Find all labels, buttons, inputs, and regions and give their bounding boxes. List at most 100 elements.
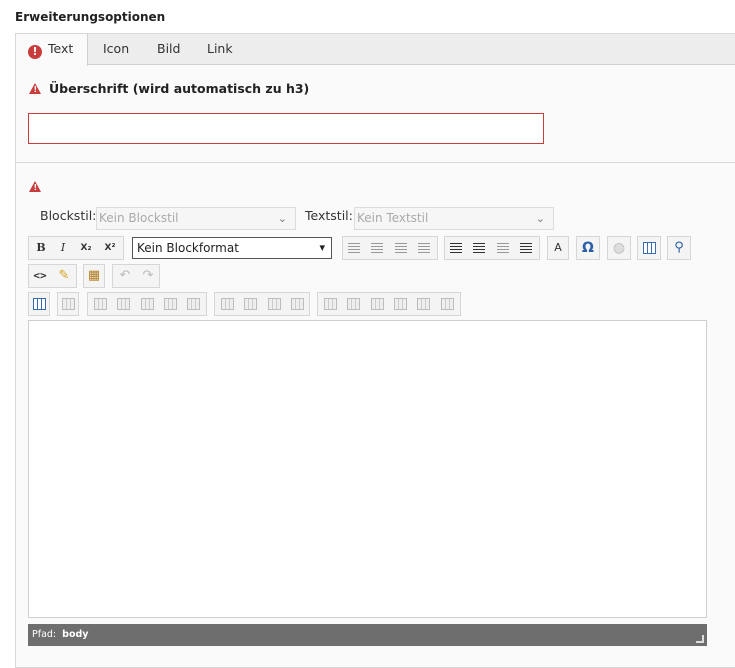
tab-bild[interactable]: Bild: [157, 34, 180, 65]
column-insert-after-button[interactable]: [241, 295, 259, 313]
editor-toolbar-row-3: [28, 292, 478, 316]
blockstil-select[interactable]: Kein Blockstil ⌄: [96, 207, 296, 230]
row-tools-group: [87, 292, 207, 316]
align-center-icon: [371, 243, 383, 253]
tab-text[interactable]: ! Text: [16, 34, 88, 66]
find-group: ⚲: [667, 236, 691, 260]
outdent-button[interactable]: [494, 239, 512, 257]
redo-icon: ↷: [142, 268, 154, 283]
row-delete-icon: [163, 298, 177, 310]
editor-statusbar: Pfad: body: [28, 624, 707, 646]
column-delete-button[interactable]: [265, 295, 283, 313]
chevron-down-icon: ⌄: [277, 212, 287, 225]
row-insert-before-button[interactable]: [114, 295, 132, 313]
cell-icon: [323, 298, 337, 310]
bold-button[interactable]: B: [32, 239, 50, 257]
text-color-button[interactable]: A: [549, 239, 567, 257]
tab-icon[interactable]: Icon: [103, 34, 129, 65]
remove-format-button[interactable]: ✎: [55, 267, 73, 285]
block-format-select[interactable]: Kein Blockformat ▾: [132, 237, 332, 259]
paste-button[interactable]: ▦: [85, 267, 103, 285]
redo-button[interactable]: ↷: [139, 267, 157, 285]
italic-button[interactable]: I: [54, 239, 72, 257]
ordered-list-icon: [450, 243, 462, 253]
unordered-list-icon: [473, 243, 485, 253]
align-left-icon: [348, 243, 360, 253]
indent-button[interactable]: [517, 239, 535, 257]
align-center-button[interactable]: [368, 239, 386, 257]
align-justify-button[interactable]: [415, 239, 433, 257]
textstil-select[interactable]: Kein Textstil ⌄: [354, 207, 554, 230]
cell-split-icon: [440, 298, 454, 310]
heading-field-label: Überschrift (wird automatisch zu h3): [29, 81, 309, 96]
column-split-button[interactable]: [288, 295, 306, 313]
column-delete-icon: [267, 298, 281, 310]
ordered-list-button[interactable]: [447, 239, 465, 257]
cell-delete-button[interactable]: [391, 295, 409, 313]
warning-icon: [29, 181, 41, 192]
column-tools-group: [214, 292, 310, 316]
row-insert-icon: [116, 298, 130, 310]
textstil-label: Textstil:: [305, 208, 353, 223]
tab-link[interactable]: Link: [207, 34, 233, 65]
row-properties-button[interactable]: [91, 295, 109, 313]
row-split-button[interactable]: [184, 295, 202, 313]
superscript-button[interactable]: X²: [101, 239, 119, 257]
undo-button[interactable]: ↶: [116, 267, 134, 285]
cell-insert-icon: [370, 298, 384, 310]
table-props-group: [28, 292, 50, 316]
column-insert-before-button[interactable]: [218, 295, 236, 313]
resize-grip-icon[interactable]: [696, 635, 704, 643]
row-icon: [93, 298, 107, 310]
source-button[interactable]: <>: [31, 267, 49, 285]
align-right-button[interactable]: [392, 239, 410, 257]
column-split-icon: [290, 298, 304, 310]
indent-icon: [520, 243, 532, 253]
tab-bar: ! Text Icon Bild Link: [16, 34, 735, 66]
column-icon: [220, 298, 234, 310]
special-chars-button[interactable]: Ω: [579, 239, 597, 257]
undo-redo-group: ↶ ↷: [112, 264, 160, 288]
insert-table-button[interactable]: [640, 239, 658, 257]
section-title: Erweiterungsoptionen: [15, 10, 166, 24]
editor-toolbar-row-1: B I X₂ X² Kein Blockformat ▾ A Ω ◍ ⚲: [28, 236, 708, 260]
clipboard-icon: ▦: [87, 268, 101, 283]
table-icon: [32, 298, 46, 310]
cell-tools-group: [317, 292, 461, 316]
subscript-button[interactable]: X₂: [77, 239, 95, 257]
divider: [16, 162, 735, 163]
text-color-group: A: [547, 236, 569, 260]
alignment-group: [342, 236, 438, 260]
insert-image-button[interactable]: ◍: [610, 239, 628, 257]
outdent-icon: [497, 243, 509, 253]
cell-properties-button[interactable]: [321, 295, 339, 313]
cell-split-button[interactable]: [438, 295, 456, 313]
table-properties-button[interactable]: [30, 295, 48, 313]
find-replace-button[interactable]: ⚲: [670, 239, 688, 257]
row-delete-button[interactable]: [161, 295, 179, 313]
chevron-down-icon: ▾: [319, 241, 325, 254]
cell-merge-button[interactable]: [414, 295, 432, 313]
heading-input[interactable]: [28, 113, 544, 144]
special-chars-group: Ω: [576, 236, 600, 260]
extension-options-panel: ! Text Icon Bild Link Überschrift (wird a…: [15, 33, 735, 668]
chevron-down-icon: ⌄: [535, 212, 545, 225]
paste-group: ▦: [83, 264, 105, 288]
text-format-group: B I X₂ X²: [28, 236, 124, 260]
table-icon: [642, 242, 656, 254]
align-left-button[interactable]: [345, 239, 363, 257]
path-value[interactable]: body: [62, 629, 88, 640]
table-delete-button[interactable]: [59, 295, 77, 313]
table-delete-group: [57, 292, 79, 316]
cell-insert-before-button[interactable]: [344, 295, 362, 313]
unordered-list-button[interactable]: [470, 239, 488, 257]
source-group: <> ✎: [28, 264, 77, 288]
cell-merge-icon: [416, 298, 430, 310]
row-insert-after-button[interactable]: [138, 295, 156, 313]
cell-insert-after-button[interactable]: [368, 295, 386, 313]
row-insert-icon: [140, 298, 154, 310]
undo-icon: ↶: [119, 268, 131, 283]
rte-editing-area[interactable]: [28, 320, 707, 618]
binoculars-icon: ⚲: [674, 240, 684, 255]
blockstil-label: Blockstil:: [40, 208, 97, 223]
